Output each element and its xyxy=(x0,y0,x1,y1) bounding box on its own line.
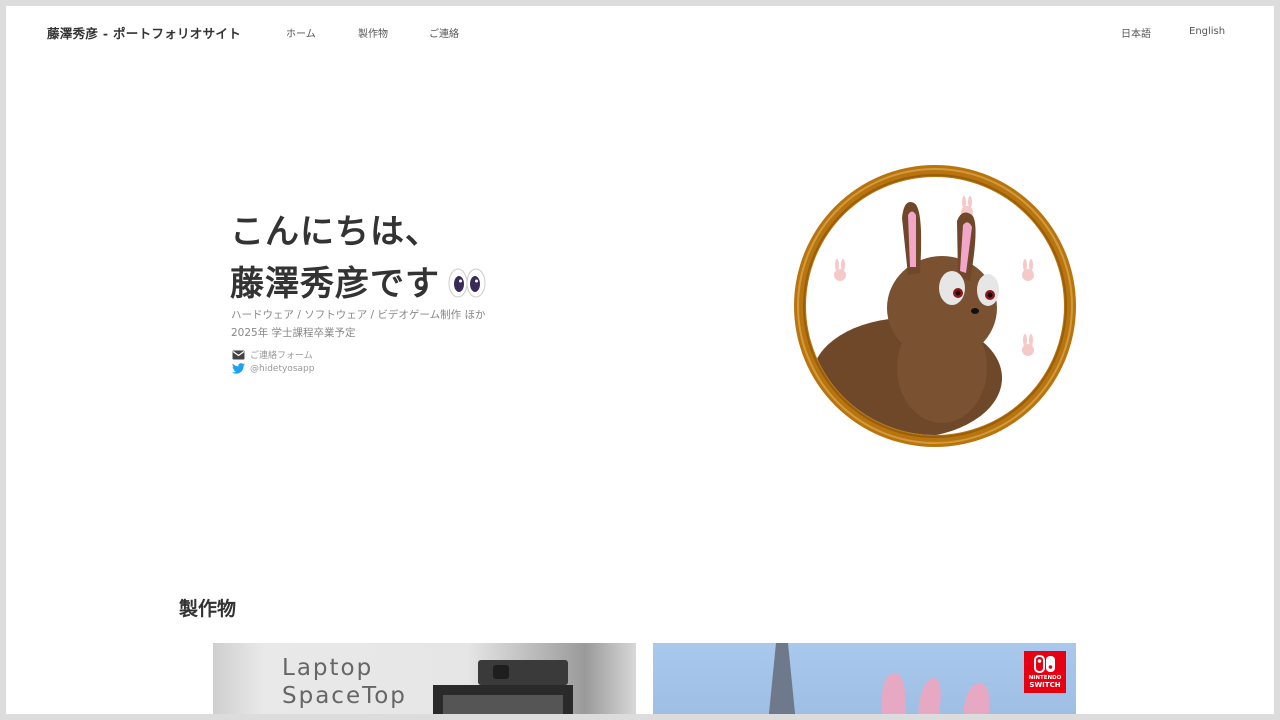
nav-contact[interactable]: ご連絡 xyxy=(429,25,459,40)
mail-icon xyxy=(232,350,245,359)
work-card-switch-game[interactable]: NINTENDO SWITCH xyxy=(653,643,1076,714)
twitter-link[interactable]: @hidetyosapp xyxy=(232,363,314,374)
card-title-line-1: Laptop xyxy=(282,655,374,681)
twitter-handle: @hidetyosapp xyxy=(250,363,315,374)
switch-badge-line-2: SWITCH xyxy=(1029,681,1061,689)
works-section-title: 製作物 xyxy=(179,598,237,620)
avatar-bunny xyxy=(794,165,1076,447)
nintendo-switch-logo-icon: NINTENDO SWITCH xyxy=(1024,651,1066,693)
contact-form-link[interactable]: ご連絡フォーム xyxy=(232,348,313,361)
tower-scenery-image xyxy=(768,643,796,714)
work-card-laptop-spacetop[interactable]: Laptop SpaceTop xyxy=(213,643,636,714)
greeting-line-1: こんにちは、 xyxy=(230,212,440,252)
site-title[interactable]: 藤澤秀彦 - ポートフォリオサイト xyxy=(47,23,241,42)
page: 藤澤秀彦 - ポートフォリオサイト ホーム 製作物 ご連絡 日本語 Englis… xyxy=(6,6,1274,714)
greeting-line-2: 藤澤秀彦です xyxy=(230,264,440,304)
card-title-line-2: SpaceTop xyxy=(282,683,407,709)
nav-works[interactable]: 製作物 xyxy=(358,25,388,40)
hero-subtitle: ハードウェア / ソフトウェア / ビデオゲーム制作 ほか xyxy=(231,309,486,321)
nav-home[interactable]: ホーム xyxy=(286,25,316,40)
lang-japanese[interactable]: 日本語 xyxy=(1121,25,1151,40)
lang-english[interactable]: English xyxy=(1189,26,1225,37)
bunny-ears-image xyxy=(881,672,990,714)
hero-graduation: 2025年 学士課程卒業予定 xyxy=(231,327,356,339)
eyes-emoji-icon xyxy=(448,268,486,298)
twitter-icon xyxy=(232,363,245,374)
contact-form-label: ご連絡フォーム xyxy=(250,351,313,361)
laptop-device-image xyxy=(433,660,573,714)
